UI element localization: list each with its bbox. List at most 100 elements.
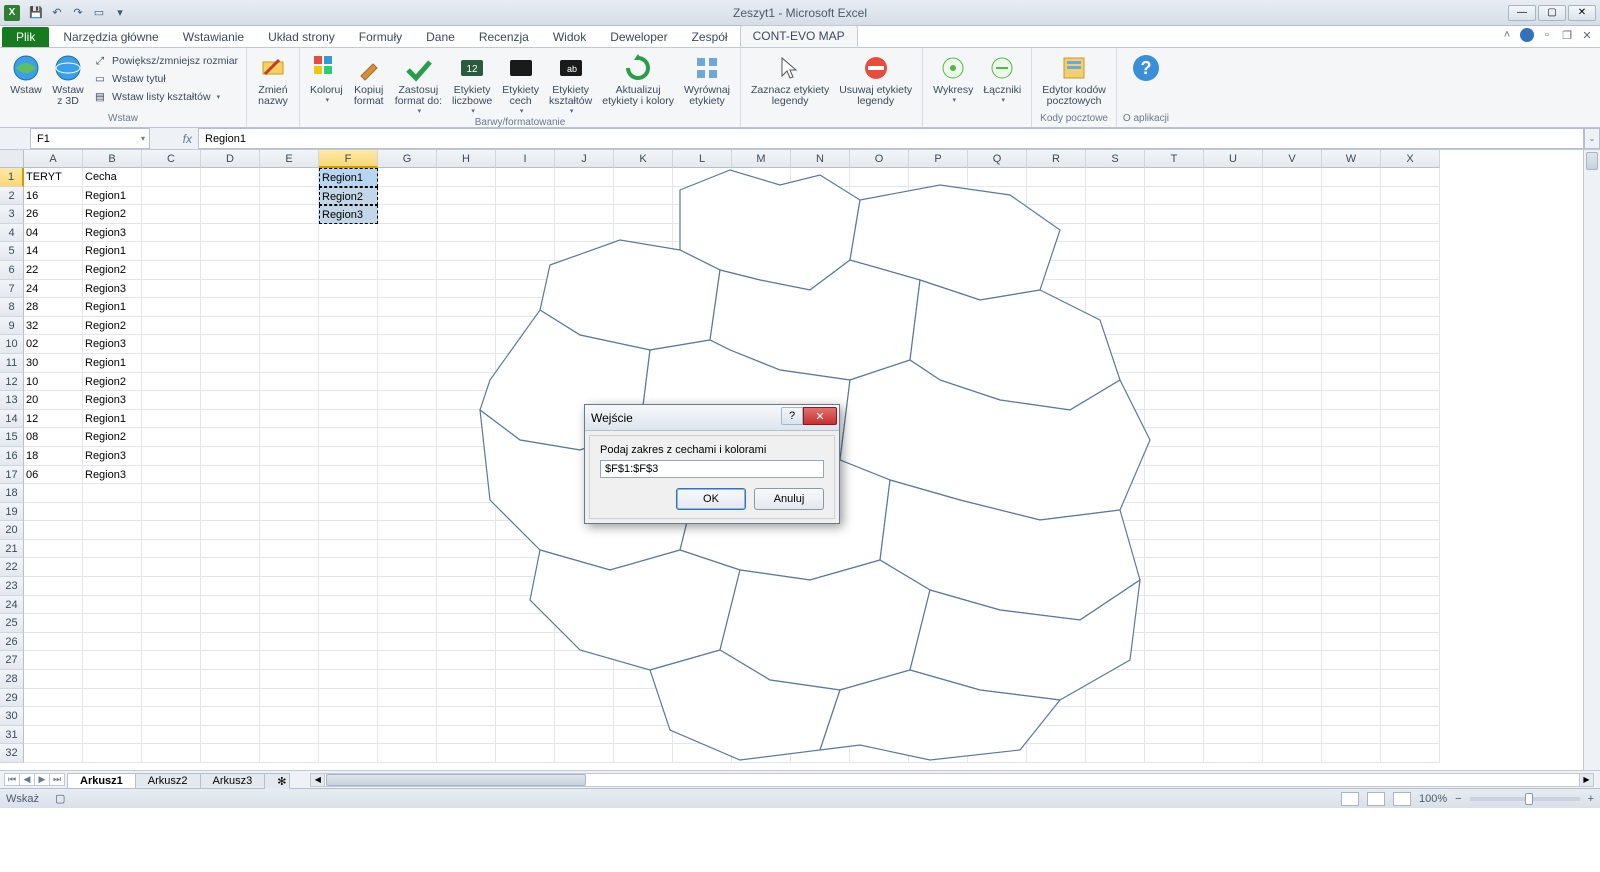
- cell[interactable]: 22: [24, 261, 83, 280]
- cell[interactable]: Region3: [83, 280, 142, 299]
- cell[interactable]: [24, 521, 83, 540]
- cell[interactable]: [1263, 670, 1322, 689]
- ribbon-tab-0[interactable]: Narzędzia główne: [51, 27, 170, 47]
- cell[interactable]: [260, 428, 319, 447]
- row-header[interactable]: 23: [0, 577, 24, 596]
- cell[interactable]: 32: [24, 317, 83, 336]
- ok-button[interactable]: OK: [676, 488, 746, 510]
- cell[interactable]: [1381, 689, 1440, 708]
- cell[interactable]: [142, 577, 201, 596]
- cell[interactable]: [1204, 707, 1263, 726]
- cell[interactable]: [1381, 317, 1440, 336]
- cell[interactable]: [83, 484, 142, 503]
- horizontal-scrollbar[interactable]: ◀▶: [310, 773, 1594, 787]
- row-header[interactable]: 28: [0, 670, 24, 689]
- row-header[interactable]: 10: [0, 335, 24, 354]
- cell[interactable]: [1263, 540, 1322, 559]
- row-header[interactable]: 6: [0, 261, 24, 280]
- etykiety-cech-button[interactable]: Etykiety cech: [498, 50, 543, 117]
- cell[interactable]: [142, 168, 201, 187]
- cell[interactable]: Region2: [83, 317, 142, 336]
- cell[interactable]: [201, 596, 260, 615]
- cell[interactable]: [1381, 205, 1440, 224]
- ribbon-tab-1[interactable]: Wstawianie: [171, 27, 256, 47]
- cell[interactable]: [142, 521, 201, 540]
- row-header[interactable]: 21: [0, 540, 24, 559]
- cell[interactable]: [1322, 317, 1381, 336]
- cell[interactable]: [1204, 726, 1263, 745]
- qat-more-icon[interactable]: ▾: [111, 4, 129, 22]
- cell[interactable]: Region2: [83, 373, 142, 392]
- row-header[interactable]: 19: [0, 503, 24, 522]
- cell[interactable]: [24, 614, 83, 633]
- cell[interactable]: [1204, 651, 1263, 670]
- cell[interactable]: 14: [24, 242, 83, 261]
- cell[interactable]: [1263, 391, 1322, 410]
- wstaw-tytul-button[interactable]: ▭Wstaw tytuł: [90, 70, 240, 88]
- cell[interactable]: [24, 596, 83, 615]
- cell[interactable]: [319, 614, 378, 633]
- cell[interactable]: [319, 261, 378, 280]
- cell[interactable]: 18: [24, 447, 83, 466]
- zastosuj-format-button[interactable]: Zastosuj format do:: [391, 50, 446, 117]
- cell[interactable]: [142, 205, 201, 224]
- cell[interactable]: [142, 391, 201, 410]
- cell[interactable]: [1322, 391, 1381, 410]
- cell[interactable]: [1322, 503, 1381, 522]
- row-header[interactable]: 14: [0, 410, 24, 429]
- cell[interactable]: [1322, 205, 1381, 224]
- cell[interactable]: [1263, 577, 1322, 596]
- cell[interactable]: [83, 577, 142, 596]
- cell[interactable]: [1381, 614, 1440, 633]
- cell[interactable]: [1263, 298, 1322, 317]
- cell[interactable]: [201, 540, 260, 559]
- cell[interactable]: Region2: [319, 187, 378, 206]
- cell[interactable]: [1204, 540, 1263, 559]
- col-header[interactable]: F: [319, 150, 378, 168]
- cell[interactable]: [201, 205, 260, 224]
- cell[interactable]: [319, 577, 378, 596]
- cell[interactable]: [319, 689, 378, 708]
- cell[interactable]: [1322, 596, 1381, 615]
- cell[interactable]: [260, 540, 319, 559]
- cell[interactable]: [1263, 373, 1322, 392]
- cell[interactable]: Region1: [83, 187, 142, 206]
- cell[interactable]: [1322, 540, 1381, 559]
- cell[interactable]: [1381, 503, 1440, 522]
- cell[interactable]: [260, 651, 319, 670]
- cell[interactable]: [1263, 521, 1322, 540]
- ribbon-tab-6[interactable]: Widok: [541, 27, 598, 47]
- cell[interactable]: [142, 187, 201, 206]
- cell[interactable]: [1322, 280, 1381, 299]
- file-tab[interactable]: Plik: [2, 27, 49, 47]
- row-header[interactable]: 29: [0, 689, 24, 708]
- dialog-range-input[interactable]: [600, 460, 824, 478]
- cell[interactable]: Region1: [83, 354, 142, 373]
- cell[interactable]: [319, 317, 378, 336]
- macro-record-icon[interactable]: ▢: [55, 792, 65, 805]
- sheet-tab[interactable]: Arkusz1: [67, 773, 136, 788]
- cell[interactable]: 06: [24, 466, 83, 485]
- cell[interactable]: [1263, 410, 1322, 429]
- cell[interactable]: [142, 447, 201, 466]
- powieksz-button[interactable]: ⤢Powiększ/zmniejsz rozmiar: [90, 52, 240, 70]
- cell[interactable]: [201, 391, 260, 410]
- view-normal-button[interactable]: [1341, 792, 1359, 806]
- name-box[interactable]: F1: [30, 128, 150, 149]
- cell[interactable]: [319, 298, 378, 317]
- row-header[interactable]: 25: [0, 614, 24, 633]
- cell[interactable]: [24, 726, 83, 745]
- usuwaj-etykiety-button[interactable]: Usuwaj etykiety legendy: [835, 50, 916, 109]
- cell[interactable]: [1381, 466, 1440, 485]
- cell[interactable]: [83, 689, 142, 708]
- cell[interactable]: [1381, 335, 1440, 354]
- cell[interactable]: [1381, 558, 1440, 577]
- cell[interactable]: [142, 726, 201, 745]
- cell[interactable]: [319, 447, 378, 466]
- cell[interactable]: [260, 410, 319, 429]
- aktualizuj-button[interactable]: Aktualizuj etykiety i kolory: [598, 50, 678, 109]
- col-header[interactable]: G: [378, 150, 437, 168]
- zmien-nazwy-button[interactable]: Zmień nazwy: [253, 50, 293, 109]
- cell[interactable]: [319, 391, 378, 410]
- cell[interactable]: [1381, 391, 1440, 410]
